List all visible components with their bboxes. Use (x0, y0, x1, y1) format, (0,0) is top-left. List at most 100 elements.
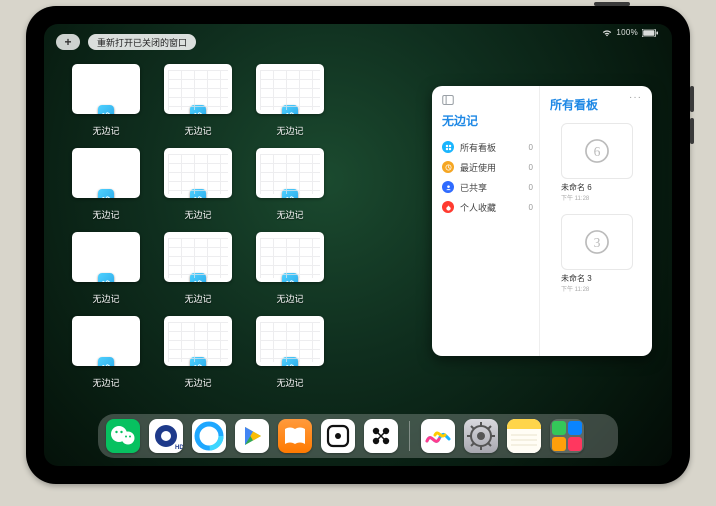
sidebar-toggle-icon[interactable] (442, 94, 454, 106)
wechat-app[interactable] (106, 419, 140, 453)
ipad-frame: 100% + 重新打开已关闭的窗口 无边记无边记无边记无边记无边记无边记无边记无… (26, 6, 690, 484)
window-label: 无边记 (92, 292, 119, 305)
window-label: 无边记 (276, 208, 303, 221)
window-thumbnail (164, 148, 232, 198)
qq-app[interactable]: HD (149, 419, 183, 453)
window-thumbnail (256, 316, 324, 366)
sidebar-title: 无边记 (442, 112, 533, 129)
sidebar-item-icon (442, 161, 454, 173)
sidebar-item-icon (442, 201, 454, 213)
window-label: 无边记 (276, 292, 303, 305)
freeform-icon (190, 189, 206, 198)
sidebar-item[interactable]: 最近使用0 (442, 157, 533, 177)
sidebar-item-label: 最近使用 (460, 161, 523, 174)
window-label: 无边记 (276, 124, 303, 137)
svg-text:3: 3 (594, 235, 601, 250)
window-thumbnail (256, 148, 324, 198)
sidebar-item-count: 0 (529, 183, 533, 192)
freeform-icon (282, 357, 298, 366)
window-thumbnail (164, 232, 232, 282)
power-button[interactable] (594, 2, 630, 6)
mission-control-window[interactable]: 无边记 (72, 232, 140, 310)
sidebar-item[interactable]: 已共享 0 (442, 177, 533, 197)
mission-control-window[interactable]: 无边记 (72, 64, 140, 142)
mission-control-window[interactable]: 无边记 (256, 148, 324, 226)
sidebar-item-label: 所有看板 (460, 141, 523, 154)
status-bar: 100% (602, 28, 658, 37)
reopen-closed-window-button[interactable]: 重新打开已关闭的窗口 (88, 34, 196, 50)
boards-pane: ··· 所有看板 6未命名 6下午 11:283未命名 3下午 11:28 (540, 86, 652, 356)
battery-text: 100% (616, 28, 638, 37)
sidebar-item-icon (442, 181, 454, 193)
window-label: 无边记 (184, 124, 211, 137)
sidebar-item[interactable]: 所有看板0 (442, 137, 533, 157)
app-library[interactable] (550, 419, 584, 453)
freeform-icon (190, 105, 206, 114)
dots-app[interactable] (364, 419, 398, 453)
plus-icon: + (64, 35, 71, 49)
board-subtitle: 下午 11:28 (561, 193, 631, 202)
sidebar-item-label: 个人收藏 (460, 201, 523, 214)
svg-text:HD: HD (175, 445, 183, 451)
window-label: 无边记 (92, 124, 119, 137)
freeform-icon (282, 189, 298, 198)
freeform-icon (98, 105, 114, 114)
board-title: 未命名 6 (561, 182, 631, 193)
books-app[interactable] (278, 419, 312, 453)
window-thumbnail (164, 64, 232, 114)
more-button[interactable]: ··· (629, 92, 642, 103)
mission-control-window[interactable]: 无边记 (72, 316, 140, 394)
board-title: 未命名 3 (561, 273, 631, 284)
play-app[interactable] (235, 419, 269, 453)
dock: HD (98, 414, 618, 458)
mission-control-grid: 无边记无边记无边记无边记无边记无边记无边记无边记无边记无边记无边记无边记 (72, 64, 412, 406)
dice-app[interactable] (321, 419, 355, 453)
window-thumbnail (72, 316, 140, 366)
battery-icon (642, 29, 658, 37)
new-window-button[interactable]: + (56, 34, 80, 50)
window-thumbnail (256, 232, 324, 282)
mission-control-window[interactable]: 无边记 (164, 232, 232, 310)
window-thumbnail (164, 316, 232, 366)
freeform-app-window[interactable]: 无边记 所有看板0最近使用0已共享0个人收藏0 ··· 所有看板 6未命名 6下… (432, 86, 652, 356)
board-subtitle: 下午 11:28 (561, 284, 631, 293)
sidebar-item-label: 已共享 (460, 181, 523, 194)
window-label: 无边记 (92, 376, 119, 389)
freeform-icon (98, 357, 114, 366)
window-label: 无边记 (184, 376, 211, 389)
mission-control-window[interactable]: 无边记 (256, 232, 324, 310)
freeform-icon (282, 105, 298, 114)
window-thumbnail (256, 64, 324, 114)
notes-app[interactable] (507, 419, 541, 453)
volume-up-button[interactable] (690, 86, 694, 112)
mission-control-window[interactable]: 无边记 (256, 64, 324, 142)
board-card[interactable]: 3 未命名 3下午 11:28 (561, 214, 631, 293)
window-thumbnail (72, 232, 140, 282)
window-thumbnail (72, 64, 140, 114)
mission-control-window[interactable]: 无边记 (72, 148, 140, 226)
freeform-icon (190, 357, 206, 366)
qq-browser-app[interactable] (192, 419, 226, 453)
sidebar-item[interactable]: 个人收藏 0 (442, 197, 533, 217)
mission-control-window[interactable]: 无边记 (164, 64, 232, 142)
sidebar-item-icon (442, 141, 454, 153)
dock-separator (409, 421, 410, 451)
svg-text:6: 6 (594, 144, 601, 159)
mission-control-window[interactable]: 无边记 (164, 148, 232, 226)
window-thumbnail (72, 148, 140, 198)
volume-down-button[interactable] (690, 118, 694, 144)
mission-control-window[interactable]: 无边记 (164, 316, 232, 394)
settings-app[interactable] (464, 419, 498, 453)
screen: 100% + 重新打开已关闭的窗口 无边记无边记无边记无边记无边记无边记无边记无… (44, 24, 672, 466)
board-card[interactable]: 6 未命名 6下午 11:28 (561, 123, 631, 202)
wifi-icon (602, 29, 612, 37)
window-label: 无边记 (184, 208, 211, 221)
window-label: 无边记 (184, 292, 211, 305)
mission-control-window[interactable]: 无边记 (256, 316, 324, 394)
sidebar-item-count: 0 (529, 203, 533, 212)
freeform-app[interactable] (421, 419, 455, 453)
board-thumbnail: 3 (561, 214, 633, 270)
freeform-icon (98, 273, 114, 282)
reopen-label: 重新打开已关闭的窗口 (97, 36, 187, 49)
board-thumbnail: 6 (561, 123, 633, 179)
